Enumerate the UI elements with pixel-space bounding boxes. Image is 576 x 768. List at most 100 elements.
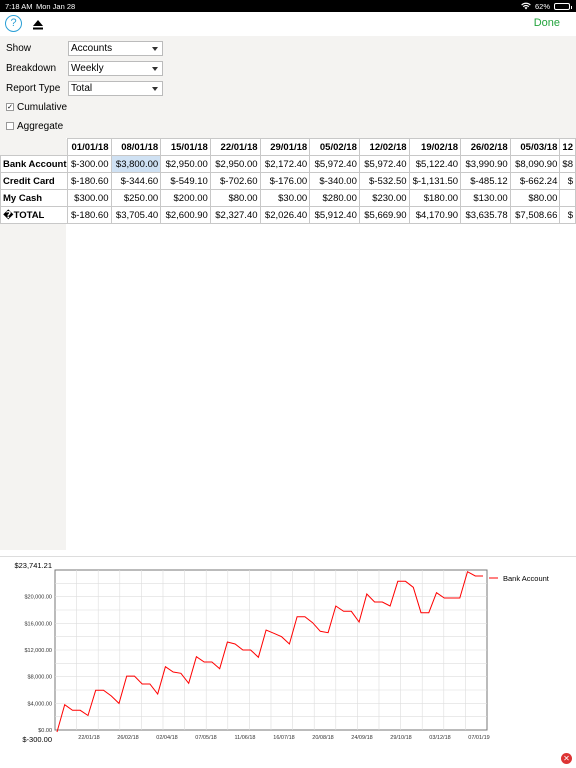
x-tick-label: 03/12/18 — [429, 735, 450, 741]
table-cell[interactable]: $-340.00 — [309, 172, 360, 190]
report-type-select-value: Total — [71, 83, 93, 94]
show-label: Show — [6, 43, 32, 54]
report-controls: Show Accounts Breakdown Weekly Report Ty… — [0, 36, 576, 138]
table-cell[interactable]: $280.00 — [309, 189, 360, 207]
table-cell[interactable]: $-344.60 — [110, 172, 162, 190]
table-row[interactable]: �TOTAL $-180.60 $3,705.40 $2,600.90 $2,327.4… — [0, 206, 576, 224]
table-cell[interactable]: $5,972.40 — [309, 155, 360, 173]
eject-icon[interactable] — [32, 18, 44, 30]
close-icon[interactable]: ✕ — [561, 753, 572, 764]
table-cell[interactable]: $-1,131.50 — [408, 172, 462, 190]
table-cell[interactable]: $200.00 — [160, 189, 211, 207]
table-row[interactable]: Bank Account $-300.00 $3,800.00 $2,950.00 $2… — [0, 155, 576, 173]
column-header[interactable]: 01/01/18 — [66, 138, 112, 156]
table-cell[interactable]: $3,635.78 — [460, 206, 511, 224]
table-cell[interactable]: $2,327.40 — [209, 206, 261, 224]
table-cell[interactable]: $250.00 — [110, 189, 162, 207]
column-header[interactable]: 12 — [559, 138, 576, 156]
column-header[interactable]: 15/01/18 — [160, 138, 211, 156]
table-cell[interactable]: $2,950.00 — [209, 155, 261, 173]
table-cell[interactable]: $-549.10 — [160, 172, 211, 190]
x-tick-label: 24/09/18 — [351, 735, 372, 741]
report-table: 01/01/18 08/01/18 15/01/18 22/01/18 29/01/18… — [0, 138, 576, 224]
column-header[interactable]: 05/03/18 — [509, 138, 561, 156]
column-header[interactable]: 22/01/18 — [209, 138, 261, 156]
x-tick-label: 07/05/18 — [195, 735, 216, 741]
table-cell[interactable]: $5,669.90 — [358, 206, 410, 224]
table-cell[interactable]: $30.00 — [259, 189, 311, 207]
table-cell[interactable]: $-485.12 — [460, 172, 511, 190]
table-cell[interactable]: $3,705.40 — [110, 206, 162, 224]
table-cell[interactable]: $2,950.00 — [160, 155, 211, 173]
chevron-down-icon — [152, 67, 158, 71]
table-cell[interactable]: $-702.60 — [209, 172, 261, 190]
breakdown-select[interactable]: Weekly — [68, 61, 163, 76]
cumulative-checkbox[interactable]: ✓ — [6, 103, 14, 111]
column-header[interactable]: 12/02/18 — [358, 138, 410, 156]
table-cell[interactable]: $5,972.40 — [358, 155, 410, 173]
x-tick-label: 02/04/18 — [156, 735, 177, 741]
table-cell[interactable]: $8,090.90 — [509, 155, 561, 173]
table-cell[interactable]: $180.00 — [408, 189, 462, 207]
row-header[interactable]: Bank Account — [0, 155, 68, 173]
table-cell[interactable]: $80.00 — [509, 189, 561, 207]
chevron-down-icon — [152, 87, 158, 91]
table-cell[interactable]: $3,800.00 — [110, 155, 162, 173]
column-header[interactable]: 29/01/18 — [259, 138, 311, 156]
table-cell[interactable]: $ — [559, 206, 576, 224]
row-header[interactable]: �TOTAL — [0, 206, 68, 224]
done-button[interactable]: Done — [534, 17, 560, 29]
row-header[interactable]: Credit Card — [0, 172, 68, 190]
column-header[interactable]: 19/02/18 — [408, 138, 462, 156]
table-cell[interactable]: $-662.24 — [509, 172, 561, 190]
chart-panel: $0.00 $4,000.00 $8,000.00 $12,000.00 $16,000… — [0, 556, 576, 768]
table-cell[interactable]: $80.00 — [209, 189, 261, 207]
y-tick-label: $20,000.00 — [24, 595, 52, 601]
table-cell[interactable] — [559, 189, 576, 207]
wifi-icon — [521, 2, 531, 12]
report-type-label: Report Type — [6, 83, 61, 94]
x-tick-label: 07/01/19 — [468, 735, 489, 741]
column-header[interactable]: 08/01/18 — [110, 138, 162, 156]
table-row[interactable]: My Cash $300.00 $250.00 $200.00 $80.00 $30.00… — [0, 189, 576, 207]
table-cell[interactable]: $-180.60 — [66, 172, 112, 190]
table-cell[interactable]: $-180.60 — [66, 206, 112, 224]
show-select-value: Accounts — [71, 43, 113, 54]
table-cell[interactable]: $130.00 — [460, 189, 511, 207]
table-cell[interactable]: $2,600.90 — [160, 206, 211, 224]
table-cell[interactable]: $7,508.66 — [509, 206, 561, 224]
table-cell[interactable]: $5,122.40 — [408, 155, 462, 173]
report-grid[interactable]: 01/01/18 08/01/18 15/01/18 22/01/18 29/01/18… — [0, 138, 576, 550]
x-tick-label: 26/02/18 — [117, 735, 138, 741]
table-cell[interactable]: $5,912.40 — [309, 206, 360, 224]
cumulative-label: Cumulative — [17, 102, 68, 113]
table-cell[interactable]: $-176.00 — [259, 172, 311, 190]
help-button[interactable]: ? — [5, 15, 22, 32]
max-value-label: $23,741.21 — [14, 561, 52, 570]
table-row[interactable]: Credit Card $-180.60 $-344.60 $-549.10 $-702… — [0, 172, 576, 190]
table-cell[interactable]: $4,170.90 — [408, 206, 462, 224]
corner-cell — [0, 138, 68, 156]
table-cell[interactable]: $8 — [559, 155, 576, 173]
show-select[interactable]: Accounts — [68, 41, 163, 56]
line-chart: $0.00 $4,000.00 $8,000.00 $12,000.00 $16,000… — [14, 561, 549, 744]
table-cell[interactable]: $2,026.40 — [259, 206, 311, 224]
column-header[interactable]: 26/02/18 — [460, 138, 511, 156]
report-type-select[interactable]: Total — [68, 81, 163, 96]
breakdown-select-value: Weekly — [71, 63, 104, 74]
table-cell[interactable]: $230.00 — [358, 189, 410, 207]
status-right: 62% — [521, 2, 572, 12]
table-cell[interactable]: $300.00 — [66, 189, 112, 207]
table-cell[interactable]: $3,990.90 — [460, 155, 511, 173]
y-tick-label: $8,000.00 — [28, 675, 52, 681]
column-header[interactable]: 05/02/18 — [309, 138, 360, 156]
row-header[interactable]: My Cash — [0, 189, 68, 207]
table-cell[interactable]: $ — [559, 172, 576, 190]
table-cell[interactable]: $-532.50 — [358, 172, 410, 190]
min-value-label: $-300.00 — [22, 735, 52, 744]
table-cell[interactable]: $2,172.40 — [259, 155, 311, 173]
aggregate-checkbox[interactable] — [6, 122, 14, 130]
status-date: Mon Jan 28 — [36, 1, 76, 11]
table-cell[interactable]: $-300.00 — [66, 155, 112, 173]
status-time: 7:18 AM — [5, 1, 33, 11]
